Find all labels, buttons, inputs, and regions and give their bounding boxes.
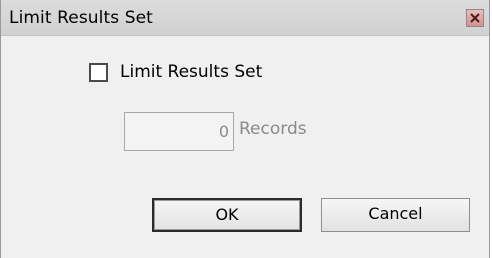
records-count-input[interactable]: [124, 112, 234, 151]
close-button[interactable]: [466, 9, 484, 27]
limit-results-checkbox-label[interactable]: Limit Results Set: [120, 62, 262, 82]
limit-results-checkbox[interactable]: [89, 63, 108, 82]
limit-results-dialog: Limit Results Set Limit Results Set Reco…: [0, 0, 490, 258]
records-label: Records: [239, 119, 307, 139]
cancel-button[interactable]: Cancel: [321, 198, 470, 232]
close-icon: [470, 13, 480, 23]
dialog-title: Limit Results Set: [9, 8, 153, 28]
ok-button[interactable]: OK: [152, 198, 302, 232]
title-bar: Limit Results Set: [1, 0, 489, 36]
